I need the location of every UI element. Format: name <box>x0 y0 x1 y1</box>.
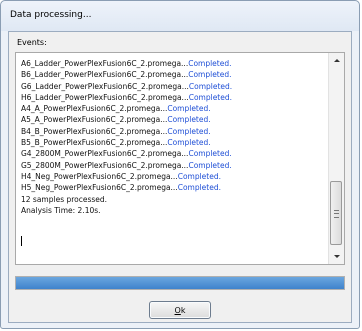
arrow-down-icon <box>333 255 340 258</box>
log-sample-name: G5_2800M_PowerPlexFusion6C_2.promega... <box>21 160 189 170</box>
log-sample-name: G6_Ladder_PowerPlexFusion6C_2.promega... <box>21 81 189 91</box>
log-line: H4_Neg_PowerPlexFusion6C_2.promega...Com… <box>21 171 331 182</box>
analysis-time: Analysis Time: 2.10s. <box>21 205 101 215</box>
log-status: Completed. <box>188 149 232 159</box>
scroll-thumb[interactable] <box>330 181 342 245</box>
events-log-lines: A6_Ladder_PowerPlexFusion6C_2.promega...… <box>21 58 331 216</box>
log-sample-name: B4_B_PowerPlexFusion6C_2.promega... <box>21 126 168 136</box>
log-status: Completed. <box>188 59 232 68</box>
log-line: H5_Neg_PowerPlexFusion6C_2.promega...Com… <box>21 182 331 193</box>
log-line: B5_B_PowerPlexFusion6C_2.promega...Compl… <box>21 137 331 148</box>
scroll-down-button[interactable] <box>329 249 344 264</box>
log-sample-name: H4_Neg_PowerPlexFusion6C_2.promega... <box>21 171 178 181</box>
log-sample-name: A5_A_PowerPlexFusion6C_2.promega... <box>21 115 168 125</box>
log-line: H6_Ladder_PowerPlexFusion6C_2.promega...… <box>21 92 331 103</box>
log-status: Completed. <box>177 171 221 181</box>
samples-summary: 12 samples processed. <box>21 194 108 204</box>
title-bar[interactable]: Data processing... <box>1 1 359 31</box>
log-sample-name: G4_2800M_PowerPlexFusion6C_2.promega... <box>21 149 189 159</box>
progress-bar <box>15 276 345 290</box>
log-status: Completed. <box>188 160 232 170</box>
arrow-up-icon <box>333 59 340 62</box>
vertical-scrollbar[interactable] <box>328 53 344 264</box>
log-status: Completed. <box>167 138 211 148</box>
log-status: Completed. <box>167 104 211 114</box>
ok-label-rest: k <box>180 305 186 315</box>
log-line: G5_2800M_PowerPlexFusion6C_2.promega...C… <box>21 160 331 171</box>
grip-icon <box>334 210 339 218</box>
log-sample-name: A6_Ladder_PowerPlexFusion6C_2.promega... <box>21 59 189 68</box>
events-log[interactable]: A6_Ladder_PowerPlexFusion6C_2.promega...… <box>15 52 345 265</box>
log-status: Completed. <box>167 115 211 125</box>
events-label: Events: <box>17 38 47 47</box>
log-status: Completed. <box>188 81 233 91</box>
log-sample-name: A4_A_PowerPlexFusion6C_2.promega... <box>21 104 168 114</box>
ok-button-label: Ok <box>175 306 186 315</box>
progress-fill <box>16 277 344 289</box>
log-line: A4_A_PowerPlexFusion6C_2.promega...Compl… <box>21 103 331 114</box>
log-line: A6_Ladder_PowerPlexFusion6C_2.promega...… <box>21 58 331 69</box>
log-line: A5_A_PowerPlexFusion6C_2.promega...Compl… <box>21 114 331 125</box>
dialog-window: Data processing... Events: A6_Ladder_Pow… <box>0 0 360 329</box>
log-status: Completed. <box>167 126 211 136</box>
log-line: B4_B_PowerPlexFusion6C_2.promega...Compl… <box>21 126 331 137</box>
scroll-up-button[interactable] <box>329 53 344 68</box>
log-line: G6_Ladder_PowerPlexFusion6C_2.promega...… <box>21 81 331 92</box>
log-sample-name: H6_Ladder_PowerPlexFusion6C_2.promega... <box>21 92 189 102</box>
ok-button[interactable]: Ok <box>149 301 211 319</box>
log-status: Completed. <box>188 70 232 80</box>
log-sample-name: H5_Neg_PowerPlexFusion6C_2.promega... <box>21 183 178 193</box>
window-title: Data processing... <box>10 10 92 20</box>
log-line: B6_Ladder_PowerPlexFusion6C_2.promega...… <box>21 69 331 80</box>
text-caret <box>21 236 22 246</box>
log-sample-name: B6_Ladder_PowerPlexFusion6C_2.promega... <box>21 70 189 80</box>
log-sample-name: B5_B_PowerPlexFusion6C_2.promega... <box>21 138 168 148</box>
log-line: G4_2800M_PowerPlexFusion6C_2.promega...C… <box>21 148 331 159</box>
dialog-body: Events: A6_Ladder_PowerPlexFusion6C_2.pr… <box>8 31 352 323</box>
log-status: Completed. <box>177 183 221 193</box>
log-status: Completed. <box>188 92 233 102</box>
